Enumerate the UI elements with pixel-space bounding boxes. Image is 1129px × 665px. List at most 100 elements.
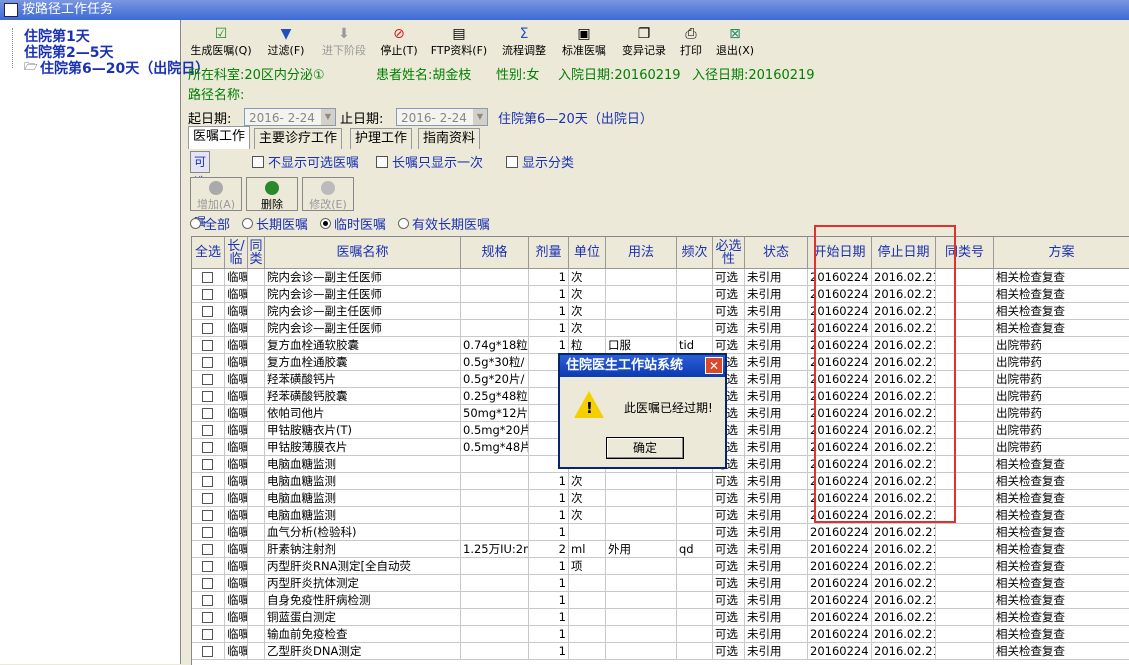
table-row[interactable]: 临嘱 肝素钠注射剂 1.25万IU:2m 2 ml 外用 qd 可选 未引用 20160224 20… (192, 541, 1129, 558)
row-select-checkbox[interactable] (192, 269, 225, 286)
filter-button[interactable]: ▼ 过滤(F) (262, 24, 310, 62)
table-row[interactable]: 临嘱 血气分析(检验科) 1 可选 未引用 20160224 2016.02.21 相关检查复… (192, 524, 1129, 541)
status-cell: 未引用 (745, 541, 808, 558)
start-date-cell: 20160224 (808, 422, 872, 439)
plan-cell: 相关检查复查 (994, 303, 1129, 320)
table-row[interactable]: 临嘱 电脑血糖监测 1 次 可选 未引用 20160224 2016.02.21 相关检查复查 (192, 507, 1129, 524)
row-select-checkbox[interactable] (192, 354, 225, 371)
usage-cell (606, 558, 677, 575)
table-row[interactable]: 临嘱 电脑血糖监测 1 次 可选 未引用 20160224 2016.02.21 相关检查复查 (192, 473, 1129, 490)
ftp-docs-button[interactable]: ▤ FTP资料(F) (428, 24, 490, 62)
exit-button[interactable]: ⊠ 退出(X) (712, 24, 758, 62)
delete-order-button[interactable]: 删除 (246, 177, 298, 211)
usage-cell (606, 507, 677, 524)
add-order-button[interactable]: 增加(A) (190, 177, 242, 211)
row-select-checkbox[interactable] (192, 541, 225, 558)
plan-cell: 出院带药 (994, 337, 1129, 354)
table-row[interactable]: 临嘱 丙型肝炎RNA测定[全自动荧 1 项 可选 未引用 20160224 2016.02.2… (192, 558, 1129, 575)
long-once-checkbox[interactable]: 长嘱只显示一次 (376, 152, 483, 171)
row-select-checkbox[interactable] (192, 558, 225, 575)
plan-col-header: 方案 (994, 237, 1129, 269)
generate-order-button[interactable]: ☑ 生成医嘱(Q) (188, 24, 254, 62)
end-date-picker[interactable]: 2016- 2-24 ▼ (396, 108, 488, 126)
plan-cell: 相关检查复查 (994, 473, 1129, 490)
optional-orders-button[interactable]: 可选医嘱 (190, 151, 211, 229)
row-select-checkbox[interactable] (192, 626, 225, 643)
row-select-checkbox[interactable] (192, 388, 225, 405)
table-row[interactable]: 临嘱 院内会诊—副主任医师 1 次 可选 未引用 20160224 2016.02.21 相关检… (192, 320, 1129, 337)
row-select-checkbox[interactable] (192, 609, 225, 626)
show-category-checkbox[interactable]: 显示分类 (506, 152, 574, 171)
row-select-checkbox[interactable] (192, 422, 225, 439)
frequency-cell (677, 269, 713, 286)
dept-label: 所在科室:20区内分泌① (188, 68, 325, 83)
row-select-checkbox[interactable] (192, 439, 225, 456)
row-select-checkbox[interactable] (192, 490, 225, 507)
group-no-cell (936, 354, 994, 371)
unit-cell (569, 643, 606, 660)
tab-nursing[interactable]: 护理工作 (350, 128, 413, 149)
stop-date-cell: 2016.02.21 (872, 286, 936, 303)
radio-temporary[interactable]: 临时医嘱 (320, 214, 386, 233)
window-titlebar: 按路径工作任务 (0, 0, 1129, 20)
row-select-checkbox[interactable] (192, 303, 225, 320)
ok-button[interactable]: 确定 (606, 437, 684, 459)
tab-guide[interactable]: 指南资料 (418, 128, 481, 149)
row-select-checkbox[interactable] (192, 575, 225, 592)
dropdown-arrow-icon: ▼ (473, 109, 487, 125)
row-select-checkbox[interactable] (192, 507, 225, 524)
row-select-checkbox[interactable] (192, 524, 225, 541)
unit-cell: 项 (569, 558, 606, 575)
unit-cell (569, 592, 606, 609)
table-row[interactable]: 临嘱 乙型肝炎DNA测定 1 可选 未引用 20160224 2016.02.21 相关检查复… (192, 643, 1129, 660)
dose-cell: 1 (529, 337, 569, 354)
tab-orders[interactable]: 医嘱工作 (188, 126, 251, 149)
row-select-checkbox[interactable] (192, 592, 225, 609)
radio-active-long-term[interactable]: 有效长期医嘱 (398, 214, 490, 233)
flow-adjust-button[interactable]: Σ 流程调整 (498, 24, 550, 62)
group-no-cell (936, 371, 994, 388)
row-select-checkbox[interactable] (192, 456, 225, 473)
usage-cell (606, 575, 677, 592)
edit-order-button[interactable]: 修改(E) (302, 177, 354, 211)
close-icon[interactable]: ✕ (705, 357, 723, 374)
row-select-checkbox[interactable] (192, 643, 225, 660)
stop-date-cell: 2016.02.21 (872, 388, 936, 405)
stop-button[interactable]: ⊘ 停止(T) (376, 24, 422, 62)
start-date-cell: 20160224 (808, 524, 872, 541)
start-date-picker[interactable]: 2016- 2-24 ▼ (244, 108, 336, 126)
row-select-checkbox[interactable] (192, 405, 225, 422)
plan-cell: 相关检查复查 (994, 269, 1129, 286)
tab-diagnosis[interactable]: 主要诊疗工作 (254, 128, 343, 149)
table-row[interactable]: 临嘱 复方血栓通软胶囊 0.74g*18粒/1 粒口服 tid 可选 未引用 20160224… (192, 337, 1129, 354)
row-select-checkbox[interactable] (192, 371, 225, 388)
table-row[interactable]: 临嘱 电脑血糖监测 1 次 可选 未引用 20160224 2016.02.21 相关检查复查 (192, 490, 1129, 507)
status-cell: 未引用 (745, 269, 808, 286)
print-button[interactable]: ⎙ 打印 (676, 24, 706, 62)
dose-cell: 2 (529, 541, 569, 558)
usage-cell (606, 490, 677, 507)
table-row[interactable]: 临嘱 院内会诊—副主任医师 1 次 可选 未引用 20160224 2016.02.21 相关检… (192, 286, 1129, 303)
select-all-col-header[interactable]: 全选 (192, 237, 225, 269)
table-row[interactable]: 临嘱 输血前免疫检查 1 可选 未引用 20160224 2016.02.21 相关检查复查 (192, 626, 1129, 643)
table-row[interactable]: 临嘱 铜蓝蛋白测定 1 可选 未引用 20160224 2016.02.21 相关检查复查 (192, 609, 1129, 626)
same-type-cell (248, 320, 265, 337)
radio-long-term[interactable]: 长期医嘱 (242, 214, 308, 233)
usage-cell (606, 643, 677, 660)
table-row[interactable]: 临嘱 丙型肝炎抗体测定 1 可选 未引用 20160224 2016.02.21 相关检查复查 (192, 575, 1129, 592)
variation-record-button[interactable]: ❐ 变异记录 (618, 24, 670, 62)
same-type-cell (248, 439, 265, 456)
hide-optional-checkbox[interactable]: 不显示可选医嘱 (252, 152, 359, 171)
next-stage-button[interactable]: ⬇ 进下阶段 (316, 24, 372, 62)
status-cell: 未引用 (745, 507, 808, 524)
table-row[interactable]: 临嘱 院内会诊—副主任医师 1 次 可选 未引用 20160224 2016.02.21 相关检… (192, 269, 1129, 286)
row-select-checkbox[interactable] (192, 337, 225, 354)
group-no-cell (936, 405, 994, 422)
row-select-checkbox[interactable] (192, 286, 225, 303)
row-select-checkbox[interactable] (192, 320, 225, 337)
table-row[interactable]: 临嘱 自身免疫性肝病检测 1 可选 未引用 20160224 2016.02.21 相关检查复… (192, 592, 1129, 609)
radio-all[interactable]: 全部 (190, 214, 230, 233)
table-row[interactable]: 临嘱 院内会诊—副主任医师 1 次 可选 未引用 20160224 2016.02.21 相关检… (192, 303, 1129, 320)
row-select-checkbox[interactable] (192, 473, 225, 490)
standard-order-button[interactable]: ▣ 标准医嘱 (558, 24, 610, 62)
